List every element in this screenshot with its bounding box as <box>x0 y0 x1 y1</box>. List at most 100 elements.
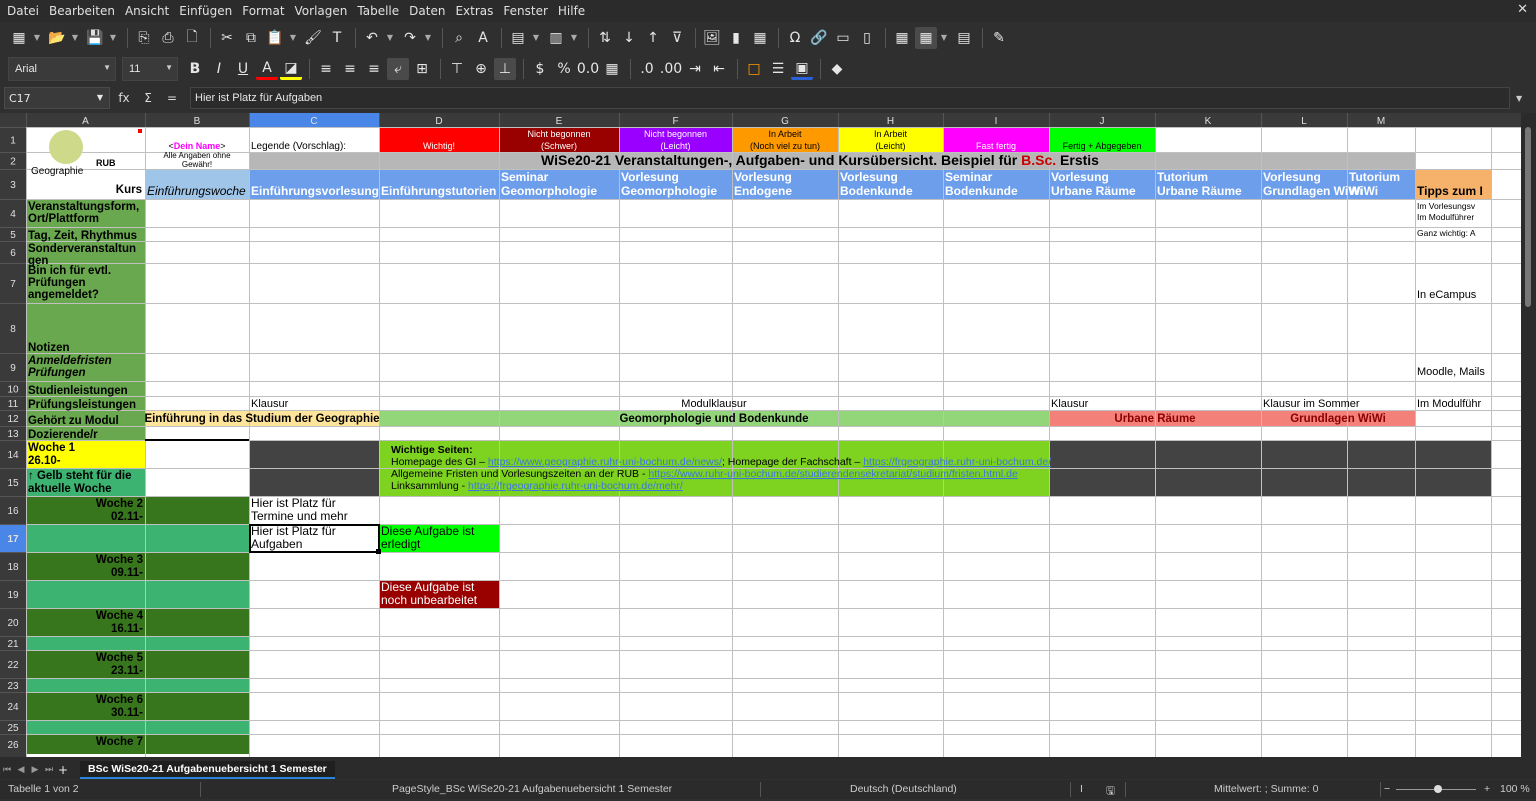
bold-icon[interactable]: B <box>184 58 206 80</box>
italic-icon[interactable]: I <box>208 58 230 80</box>
merge-cells-icon[interactable]: ⊞ <box>411 58 433 80</box>
hyperlink[interactable]: https://www.geographie.ruhr-uni-bochum.d… <box>488 456 722 468</box>
percent-icon[interactable]: % <box>553 58 575 80</box>
print-preview-icon[interactable]: 🗋 <box>181 27 203 49</box>
spelling-icon[interactable]: A <box>472 27 494 49</box>
paste-dropdown-icon[interactable]: ▼ <box>288 27 298 49</box>
zoom-level[interactable]: 100 % <box>1500 783 1530 795</box>
font-color-icon[interactable]: A <box>256 58 278 80</box>
menu-tabelle[interactable]: Tabelle <box>352 4 404 18</box>
zoom-out-icon[interactable]: − <box>1384 783 1390 795</box>
increase-indent-icon[interactable]: ⇥ <box>684 58 706 80</box>
undo-icon[interactable]: ↶ <box>361 27 383 49</box>
spreadsheet-grid[interactable]: A B C D E F G H I J K L M 1 2 3 4 5 6 7 8 9 10 11 12 13 14 15 16 17 18… <box>0 113 1536 757</box>
hyperlink-icon[interactable]: 🔗 <box>808 27 830 49</box>
expand-formula-icon[interactable]: ▼ <box>1516 94 1522 103</box>
name-box[interactable]: C17 ▼ <box>4 87 110 109</box>
autofilter-icon[interactable]: ⊽ <box>666 27 688 49</box>
export-pdf-icon[interactable]: ⎘ <box>133 27 155 49</box>
image-icon[interactable]: 🖼 <box>701 27 723 49</box>
redo-icon[interactable]: ↷ <box>399 27 421 49</box>
save-icon[interactable]: 💾 <box>84 27 106 49</box>
split-icon[interactable]: ▤ <box>953 27 975 49</box>
name-box-dropdown-icon[interactable]: ▼ <box>97 93 103 102</box>
highlight-icon[interactable]: ◪ <box>280 58 302 80</box>
align-center-icon[interactable]: ≡ <box>339 58 361 80</box>
save-dropdown-icon[interactable]: ▼ <box>108 27 118 49</box>
menu-fenster[interactable]: Fenster <box>498 4 553 18</box>
conditional-icon[interactable]: ◆ <box>826 58 848 80</box>
menu-format[interactable]: Format <box>237 4 289 18</box>
column-dropdown-icon[interactable]: ▼ <box>569 27 579 49</box>
menu-extras[interactable]: Extras <box>450 4 498 18</box>
currency-icon[interactable]: $ <box>529 58 551 80</box>
scrollbar-thumb[interactable] <box>1525 127 1531 307</box>
fill-handle[interactable] <box>376 549 381 554</box>
column-icon[interactable]: ▥ <box>545 27 567 49</box>
sort-desc-icon[interactable]: ↑ <box>642 27 664 49</box>
row-icon[interactable]: ▤ <box>507 27 529 49</box>
find-icon[interactable]: ⌕ <box>448 27 470 49</box>
comment-icon[interactable]: ▭ <box>832 27 854 49</box>
zoom-in-icon[interactable]: + <box>1484 783 1490 795</box>
vertical-scrollbar[interactable] <box>1521 113 1536 757</box>
spreadsheet-icon[interactable]: ▦ <box>8 27 30 49</box>
menu-vorlagen[interactable]: Vorlagen <box>290 4 353 18</box>
define-print-area-icon[interactable]: ▦ <box>891 27 913 49</box>
sort-icon[interactable]: ⇅ <box>594 27 616 49</box>
menu-daten[interactable]: Daten <box>404 4 450 18</box>
sort-asc-icon[interactable]: ↓ <box>618 27 640 49</box>
align-top-icon[interactable]: ⊤ <box>446 58 468 80</box>
headers-footers-icon[interactable]: ▯ <box>856 27 878 49</box>
font-size-dropdown-icon[interactable]: ▼ <box>165 63 173 72</box>
font-name-dropdown-icon[interactable]: ▼ <box>103 63 111 72</box>
underline-icon[interactable]: U <box>232 58 254 80</box>
first-sheet-icon[interactable]: ⏮ <box>0 765 14 775</box>
prev-sheet-icon[interactable]: ◀ <box>14 765 28 775</box>
special-char-icon[interactable]: Ω <box>784 27 806 49</box>
freeze-icon[interactable]: ▦ <box>915 26 937 49</box>
hyperlink[interactable]: https://frgeographie.ruhr-uni-bochum.de/ <box>863 456 1051 468</box>
hyperlink[interactable]: https://www.ruhr-uni-bochum.de/studieren… <box>648 468 1018 480</box>
menu-datei[interactable]: Datei <box>2 4 44 18</box>
function-wizard-icon[interactable]: fx <box>114 91 134 105</box>
copy-icon[interactable]: ⧉ <box>240 27 262 49</box>
status-page-style[interactable]: PageStyle_BSc WiSe20-21 Aufgabenuebersic… <box>392 783 672 795</box>
status-language[interactable]: Deutsch (Deutschland) <box>850 783 957 795</box>
decrease-indent-icon[interactable]: ⇤ <box>708 58 730 80</box>
formula-input[interactable]: Hier ist Platz für Aufgaben <box>190 87 1510 109</box>
last-sheet-icon[interactable]: ⏭ <box>42 765 56 775</box>
show-draw-icon[interactable]: ✎ <box>988 27 1010 49</box>
menu-bearbeiten[interactable]: Bearbeiten <box>44 4 120 18</box>
add-sheet-icon[interactable]: + <box>56 763 70 777</box>
font-name-select[interactable]: Arial ▼ <box>8 57 116 81</box>
menu-hilfe[interactable]: Hilfe <box>553 4 590 18</box>
border-icon[interactable]: □ <box>743 58 765 80</box>
undo-dropdown-icon[interactable]: ▼ <box>385 27 395 49</box>
align-bottom-icon[interactable]: ⊥ <box>494 58 516 80</box>
border-color-icon[interactable]: ▣ <box>791 58 813 80</box>
menu-einfügen[interactable]: Einfügen <box>174 4 237 18</box>
border-style-icon[interactable]: ☰ <box>767 58 789 80</box>
sheet-tab[interactable]: BSc WiSe20-21 Aufgabenuebersicht 1 Semes… <box>80 761 335 779</box>
menu-ansicht[interactable]: Ansicht <box>120 4 174 18</box>
open-icon[interactable]: 📂 <box>46 27 68 49</box>
next-sheet-icon[interactable]: ▶ <box>28 765 42 775</box>
chart-icon[interactable]: ▮ <box>725 27 747 49</box>
delete-decimal-icon[interactable]: .00 <box>660 58 682 80</box>
print-icon[interactable]: ⎙ <box>157 27 179 49</box>
number-format-icon[interactable]: 0.0 <box>577 58 599 80</box>
font-size-select[interactable]: 11 ▼ <box>122 57 178 81</box>
open-dropdown-icon[interactable]: ▼ <box>70 27 80 49</box>
align-middle-icon[interactable]: ⊕ <box>470 58 492 80</box>
spreadsheet-dropdown-icon[interactable]: ▼ <box>32 27 42 49</box>
paste-icon[interactable]: 📋 <box>264 27 286 49</box>
clear-formatting-icon[interactable]: T <box>326 27 348 49</box>
insert-mode-icon[interactable]: I <box>1080 783 1083 795</box>
sum-icon[interactable]: Σ <box>138 91 158 105</box>
hyperlink[interactable]: https://frgeographie.ruhr-uni-bochum.de/… <box>468 480 683 492</box>
clone-formatting-icon[interactable]: 🖌 <box>302 27 324 49</box>
freeze-dropdown-icon[interactable]: ▼ <box>939 27 949 49</box>
wrap-text-icon[interactable]: ⤶ <box>387 58 409 80</box>
close-document-icon[interactable]: ✕ <box>1517 2 1528 17</box>
